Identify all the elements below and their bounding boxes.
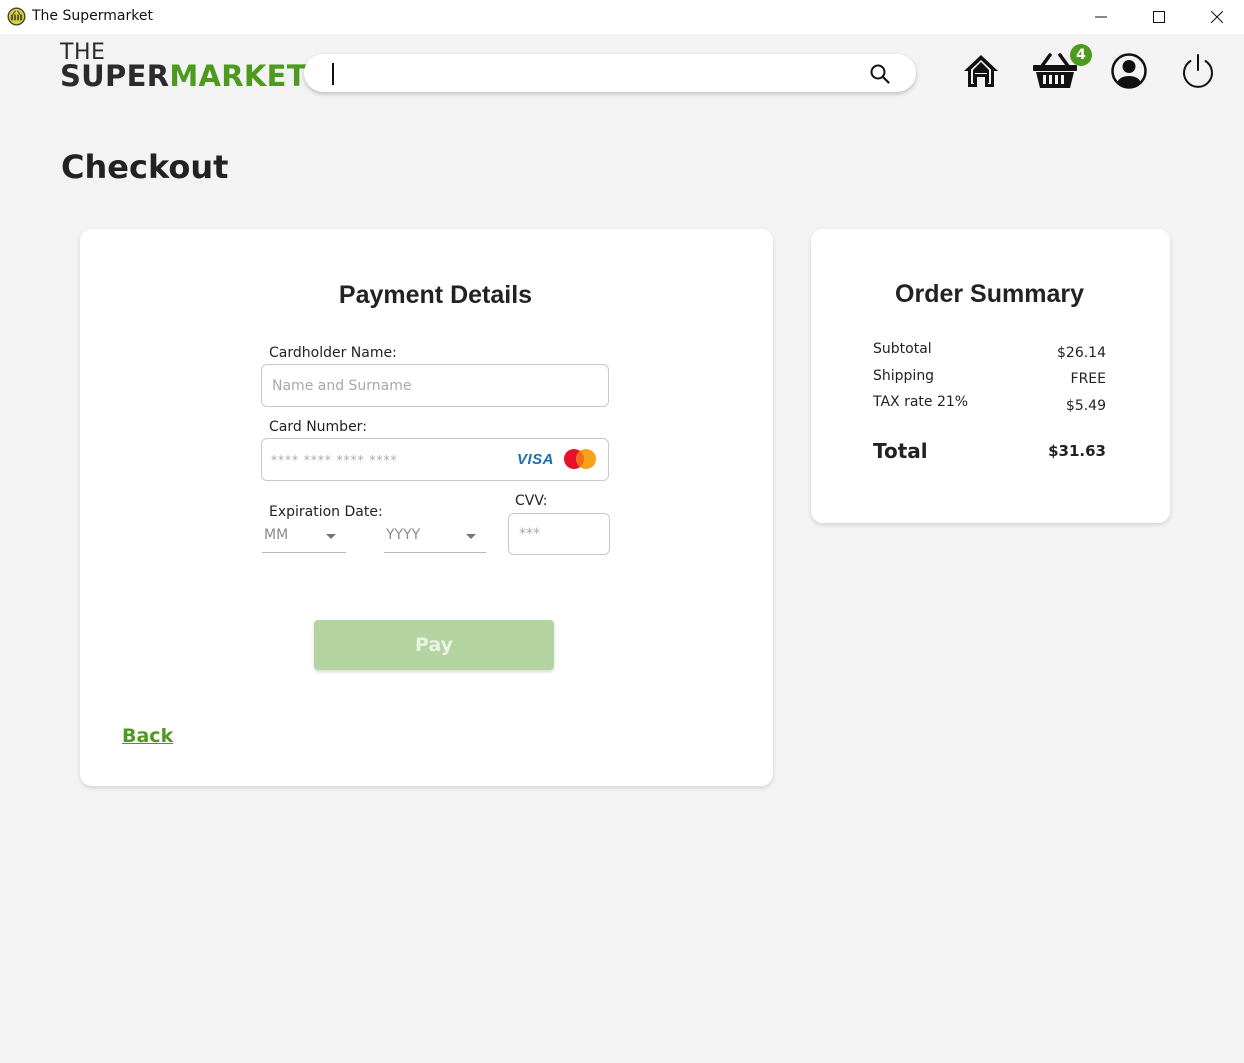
supermarket-logo[interactable]: THE SUPERMARKET (60, 42, 307, 91)
chevron-down-icon (466, 534, 476, 539)
subtotal-label: Subtotal (873, 341, 932, 357)
total-label: Total (873, 439, 928, 463)
payment-details-card: Payment Details Cardholder Name: Card Nu… (80, 229, 773, 786)
maximize-button[interactable] (1130, 0, 1188, 34)
shipping-value: FREE (1070, 371, 1106, 387)
window-titlebar: The Supermarket (0, 0, 1244, 34)
search-icon[interactable] (869, 63, 891, 85)
cvv-input[interactable] (508, 513, 610, 555)
mastercard-logo (564, 449, 596, 469)
card-number-input[interactable] (262, 439, 502, 480)
payment-heading: Payment Details (338, 281, 533, 309)
app-basket-icon (7, 7, 26, 26)
minimize-button[interactable] (1072, 0, 1130, 34)
close-button[interactable] (1188, 0, 1244, 34)
home-icon[interactable] (962, 52, 1000, 90)
user-icon[interactable] (1110, 52, 1148, 90)
cardholder-name-input[interactable] (261, 364, 609, 407)
page-title: Checkout (61, 148, 229, 186)
shipping-label: Shipping (873, 368, 935, 384)
expiration-month-select[interactable]: MM (262, 521, 346, 553)
minimize-icon (1095, 16, 1107, 18)
text-caret (332, 63, 334, 85)
cardholder-label: Cardholder Name: (269, 345, 397, 361)
tax-label: TAX rate 21% (873, 394, 969, 410)
summary-heading: Order Summary (895, 280, 1084, 308)
logo-wordmark: SUPERMARKET (60, 62, 307, 91)
chevron-down-icon (326, 534, 336, 539)
logo-super: SUPER (60, 59, 170, 93)
cart-button[interactable]: 4 (1032, 44, 1092, 90)
expiration-label: Expiration Date: (269, 504, 383, 520)
month-value: MM (264, 527, 289, 543)
visa-logo: VISA (517, 451, 555, 468)
order-summary-card: Order Summary Subtotal $26.14 Shipping F… (811, 229, 1170, 523)
year-value: YYYY (386, 527, 421, 543)
subtotal-value: $26.14 (1057, 345, 1106, 361)
card-number-label: Card Number: (269, 419, 367, 435)
cart-count-badge: 4 (1070, 44, 1092, 66)
total-value: $31.63 (1048, 442, 1106, 460)
cvv-label: CVV: (515, 493, 548, 509)
tax-value: $5.49 (1065, 398, 1106, 414)
pay-button[interactable]: Pay (314, 620, 554, 670)
search-input[interactable] (330, 61, 850, 85)
close-icon (1211, 11, 1223, 23)
expiration-year-select[interactable]: YYYY (384, 521, 486, 553)
search-bar[interactable] (304, 54, 916, 92)
power-icon[interactable] (1179, 52, 1217, 90)
maximize-icon (1153, 11, 1165, 23)
back-link[interactable]: Back (122, 725, 173, 747)
window-title: The Supermarket (32, 8, 153, 24)
logo-market: MARKET (169, 59, 307, 93)
